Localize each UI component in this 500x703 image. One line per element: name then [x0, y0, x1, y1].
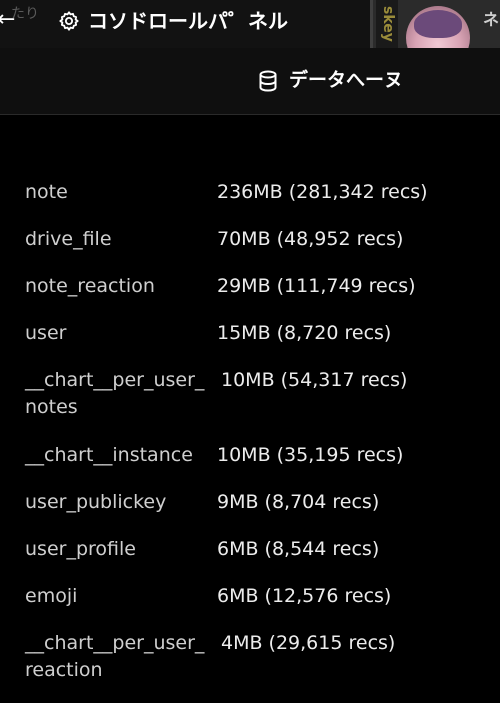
gear-icon — [59, 11, 79, 31]
table-name: note — [25, 181, 68, 203]
side-panel-peek[interactable]: skey ネ — [370, 0, 500, 48]
table-size: 9MB (8,704 recs) — [217, 491, 380, 513]
table-name: emoji — [25, 585, 78, 607]
table-name: user_profile — [25, 538, 136, 560]
table-name: user — [25, 322, 67, 344]
table-list: note 236MB (281,342 recs) drive_file 70M… — [0, 115, 500, 703]
section-title: データへーヌ — [289, 69, 404, 91]
panel-divider — [370, 0, 373, 48]
table-size: 15MB (8,720 recs) — [217, 322, 392, 344]
table-name: __chart__per_user_notes — [25, 369, 205, 418]
table-name: note_reaction — [25, 275, 155, 297]
side-edge-label: ネ — [483, 10, 500, 29]
table-name: user_publickey — [25, 491, 167, 513]
table-size: 70MB (48,952 recs) — [217, 228, 404, 250]
table-name: __chart__per_user_reaction — [25, 632, 205, 681]
table-size: 6MB (8,544 recs) — [217, 538, 380, 560]
database-icon — [259, 70, 277, 92]
page-title: コソドロールパ゜ネル — [88, 9, 288, 33]
back-label[interactable]: たり — [11, 5, 39, 23]
table-size: 10MB (35,195 recs) — [217, 444, 404, 466]
table-size: 10MB (54,317 recs) — [221, 369, 408, 391]
table-name: __chart__instance — [25, 444, 193, 466]
side-vertical-label: skey — [376, 0, 398, 48]
avatar[interactable] — [406, 6, 470, 48]
table-size: 29MB (111,749 recs) — [217, 275, 416, 297]
table-name: drive_file — [25, 228, 112, 250]
table-size: 236MB (281,342 recs) — [217, 181, 428, 203]
table-size: 4MB (29,615 recs) — [221, 632, 396, 654]
avatar-hair — [414, 10, 462, 38]
top-header: ← たり コソドロールパ゜ネル skey ネ — [0, 0, 500, 48]
section-header: データへーヌ — [0, 48, 500, 115]
table-size: 6MB (12,576 recs) — [217, 585, 392, 607]
